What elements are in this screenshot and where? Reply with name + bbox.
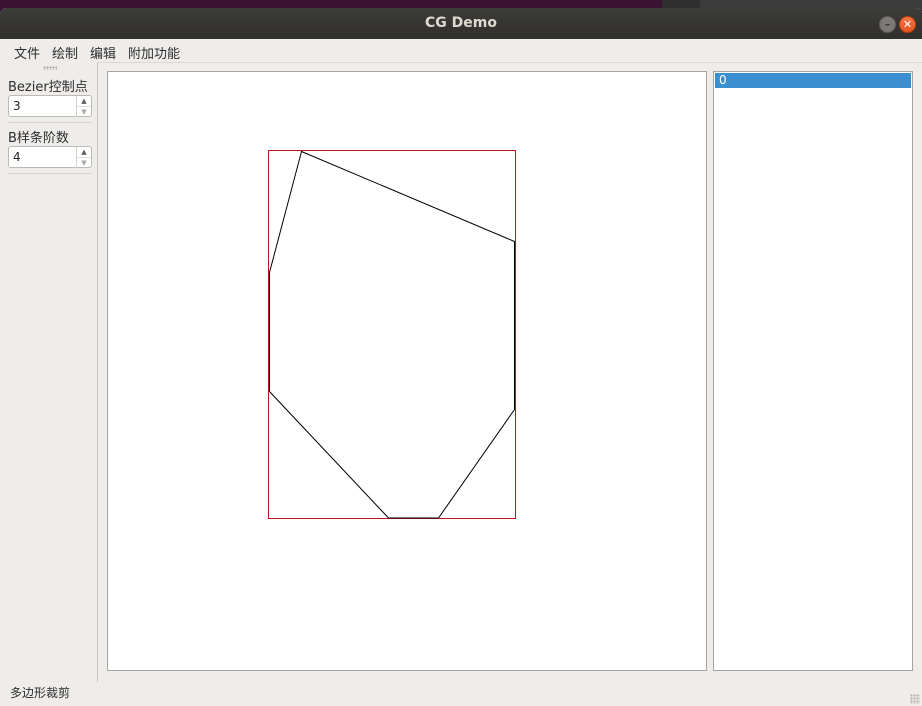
menu-draw[interactable]: 绘制 xyxy=(52,43,78,62)
bezier-control-points-value[interactable]: 3 xyxy=(13,99,21,113)
close-icon[interactable]: ✕ xyxy=(899,16,916,33)
bspline-order-label: B样条阶数 xyxy=(8,131,69,146)
menu-bar: 文件 绘制 编辑 附加功能 xyxy=(0,39,922,63)
clip-window-rect xyxy=(268,150,516,519)
bspline-order-value[interactable]: 4 xyxy=(13,150,21,164)
spin-down-arrow-icon[interactable]: ▼ xyxy=(76,157,91,168)
app-window: CG Demo – ✕ 文件 绘制 编辑 附加功能 Bezier控制点数 3 ▲… xyxy=(0,8,922,706)
menu-edit[interactable]: 编辑 xyxy=(90,43,116,62)
title-bar[interactable]: CG Demo – ✕ xyxy=(0,8,922,39)
status-message: 多边形裁剪 xyxy=(10,686,71,700)
resize-grip-icon[interactable] xyxy=(910,694,920,704)
spin-up-arrow-icon[interactable]: ▲ xyxy=(76,96,91,106)
bspline-order-spinbox[interactable]: 4 ▲ ▼ xyxy=(8,146,92,168)
dock-grip-handle[interactable] xyxy=(43,66,57,70)
clipped-polygon xyxy=(269,150,515,519)
list-item[interactable]: 0 xyxy=(715,73,911,88)
drawing-canvas[interactable] xyxy=(107,71,707,671)
canvas-drawing xyxy=(268,150,516,519)
window-title: CG Demo xyxy=(425,15,497,31)
minimize-icon[interactable]: – xyxy=(879,16,896,33)
dock-divider xyxy=(8,122,92,123)
status-bar: 多边形裁剪 xyxy=(0,682,922,706)
spin-up-arrow-icon[interactable]: ▲ xyxy=(76,147,91,157)
spin-down-arrow-icon[interactable]: ▼ xyxy=(76,106,91,117)
list-item-label: 0 xyxy=(719,73,727,87)
shape-list-panel[interactable]: 0 xyxy=(713,71,913,671)
dock-divider xyxy=(8,173,92,174)
menu-extra-features[interactable]: 附加功能 xyxy=(128,43,180,62)
parameters-dock: Bezier控制点数 3 ▲ ▼ B样条阶数 4 ▲ ▼ xyxy=(0,62,98,682)
bezier-control-points-spinbox[interactable]: 3 ▲ ▼ xyxy=(8,95,92,117)
menu-file[interactable]: 文件 xyxy=(14,43,40,62)
